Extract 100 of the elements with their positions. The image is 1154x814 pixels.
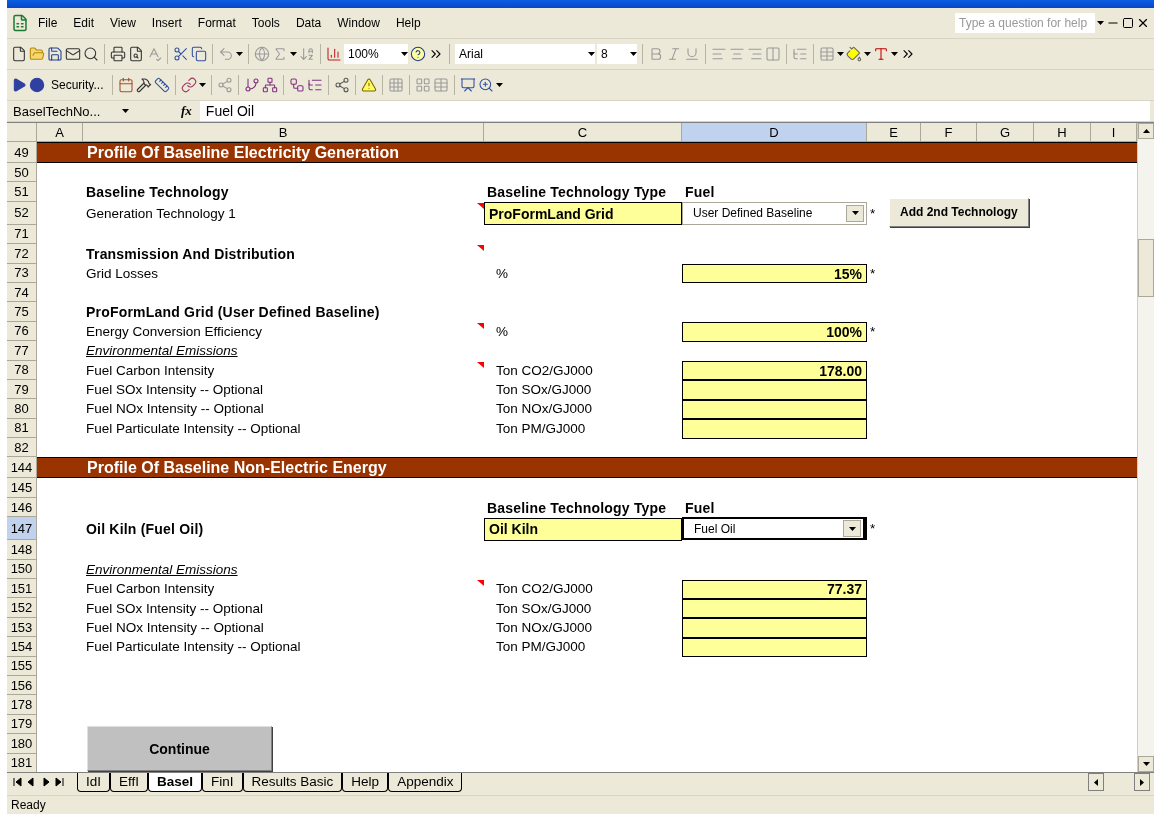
- column-header[interactable]: H: [1034, 123, 1091, 142]
- row-header[interactable]: 179: [7, 714, 37, 735]
- row-header[interactable]: 71: [7, 224, 37, 245]
- dropdown-arrow-icon[interactable]: [496, 83, 504, 87]
- dropdown-arrow-icon[interactable]: [122, 109, 129, 113]
- dropdown-arrow-icon[interactable]: [588, 52, 595, 56]
- scroll-left-icon[interactable]: [1094, 778, 1098, 786]
- print-icon[interactable]: [110, 46, 126, 62]
- row-header[interactable]: 78: [7, 360, 37, 380]
- close-icon[interactable]: [1136, 16, 1150, 30]
- dropdown[interactable]: User Defined Baseline: [682, 201, 867, 225]
- dropdown[interactable]: Fuel Oil: [682, 517, 867, 541]
- dropdown-arrow-icon[interactable]: [848, 526, 856, 531]
- row-header[interactable]: 76: [7, 321, 37, 342]
- input-cell[interactable]: Oil Kiln: [484, 517, 682, 541]
- zoom-dropdown[interactable]: 100%: [344, 44, 408, 64]
- search-icon[interactable]: [83, 46, 99, 62]
- mail-icon[interactable]: [65, 46, 81, 62]
- add-technology-button[interactable]: Add 2nd Technology: [889, 197, 1029, 227]
- row-header[interactable]: 77: [7, 341, 37, 361]
- menu-item[interactable]: Data: [288, 14, 329, 32]
- font-dropdown[interactable]: Arial: [455, 44, 595, 64]
- row-header[interactable]: 153: [7, 617, 37, 638]
- input-cell[interactable]: [682, 399, 867, 420]
- row-header[interactable]: 146: [7, 497, 37, 518]
- input-cell[interactable]: [682, 419, 867, 439]
- sheet-tab[interactable]: Appendix: [388, 773, 463, 792]
- fill-color-icon[interactable]: [846, 46, 862, 62]
- hammer-icon[interactable]: [136, 77, 153, 93]
- record-icon[interactable]: [29, 77, 45, 93]
- cut-icon[interactable]: [173, 46, 189, 62]
- scroll-thumb[interactable]: [1138, 239, 1154, 297]
- scroll-right-icon[interactable]: [1140, 778, 1144, 786]
- dropdown-arrow-icon[interactable]: [891, 52, 898, 56]
- input-cell[interactable]: [682, 637, 867, 658]
- row-header[interactable]: 49: [7, 142, 37, 163]
- error-icon[interactable]: [361, 77, 378, 93]
- menu-item[interactable]: File: [31, 14, 65, 32]
- copy-icon[interactable]: [191, 46, 207, 62]
- row-header[interactable]: 151: [7, 579, 37, 599]
- formula-field[interactable]: Fuel Oil: [199, 101, 1150, 121]
- row-header[interactable]: 152: [7, 598, 37, 618]
- menu-item[interactable]: View: [103, 14, 143, 32]
- row-header[interactable]: 79: [7, 379, 37, 400]
- row-header[interactable]: 156: [7, 676, 37, 696]
- restore-icon[interactable]: [1122, 17, 1134, 29]
- sheet-tab[interactable]: FinI: [202, 773, 243, 792]
- continue-button[interactable]: Continue: [87, 726, 272, 771]
- row-header[interactable]: 150: [7, 559, 37, 580]
- column-header[interactable]: G: [977, 123, 1034, 142]
- menu-item[interactable]: Tools: [244, 14, 287, 32]
- column-header[interactable]: E: [867, 123, 921, 142]
- help-icon[interactable]: [410, 46, 426, 62]
- row-header[interactable]: 82: [7, 438, 37, 458]
- sheet-tab[interactable]: IdI: [77, 773, 110, 792]
- dropdown-arrow-icon[interactable]: [851, 211, 859, 216]
- input-cell[interactable]: 15%: [682, 264, 867, 284]
- input-cell[interactable]: 77.37: [682, 579, 867, 599]
- vertical-scrollbar[interactable]: [1137, 123, 1154, 772]
- dropdown-arrow-icon[interactable]: [199, 83, 207, 87]
- column-header[interactable]: A: [37, 123, 83, 142]
- save-icon[interactable]: [47, 46, 63, 62]
- row-header[interactable]: 144: [7, 457, 37, 479]
- security-button[interactable]: Security...: [47, 78, 108, 92]
- insert-function-button[interactable]: fx: [131, 103, 198, 119]
- row-header[interactable]: 74: [7, 282, 37, 303]
- spreadsheet-app-icon[interactable]: [11, 14, 29, 32]
- dropdown-arrow-icon[interactable]: [837, 52, 844, 56]
- row-header[interactable]: 145: [7, 478, 37, 498]
- sheet-tab[interactable]: Help: [342, 773, 389, 792]
- input-cell[interactable]: ProFormLand Grid: [484, 202, 682, 226]
- input-cell[interactable]: [682, 380, 867, 400]
- row-header[interactable]: 72: [7, 244, 37, 264]
- menu-item[interactable]: Insert: [144, 14, 189, 32]
- new-file-icon[interactable]: [11, 46, 27, 62]
- calendar-icon[interactable]: [118, 77, 135, 93]
- font-color-icon[interactable]: [873, 46, 889, 62]
- link-icon[interactable]: [181, 77, 198, 93]
- sheet-tab[interactable]: EffI: [110, 773, 149, 792]
- input-cell[interactable]: [682, 598, 867, 619]
- menu-item[interactable]: Help: [388, 14, 428, 32]
- chart-icon[interactable]: [326, 46, 342, 62]
- sheet-tab[interactable]: Results Basic: [242, 773, 343, 792]
- row-header[interactable]: 155: [7, 656, 37, 676]
- font-size-dropdown[interactable]: 8: [597, 44, 637, 64]
- play-icon[interactable]: [11, 77, 27, 93]
- column-header[interactable]: C: [484, 123, 682, 142]
- menu-item[interactable]: Edit: [66, 14, 102, 32]
- sheet-tab[interactable]: BaseI: [148, 773, 203, 792]
- column-header[interactable]: B: [83, 123, 484, 142]
- row-header[interactable]: 75: [7, 302, 37, 322]
- row-header[interactable]: 80: [7, 399, 37, 419]
- dropdown-arrow-icon[interactable]: [290, 52, 297, 56]
- row-header[interactable]: 148: [7, 540, 37, 560]
- input-cell[interactable]: 178.00: [682, 361, 867, 381]
- ruler-icon[interactable]: [154, 77, 171, 93]
- menu-item[interactable]: Window: [330, 14, 387, 32]
- row-header[interactable]: 73: [7, 263, 37, 283]
- input-cell[interactable]: [682, 618, 867, 638]
- row-header[interactable]: 178: [7, 695, 37, 715]
